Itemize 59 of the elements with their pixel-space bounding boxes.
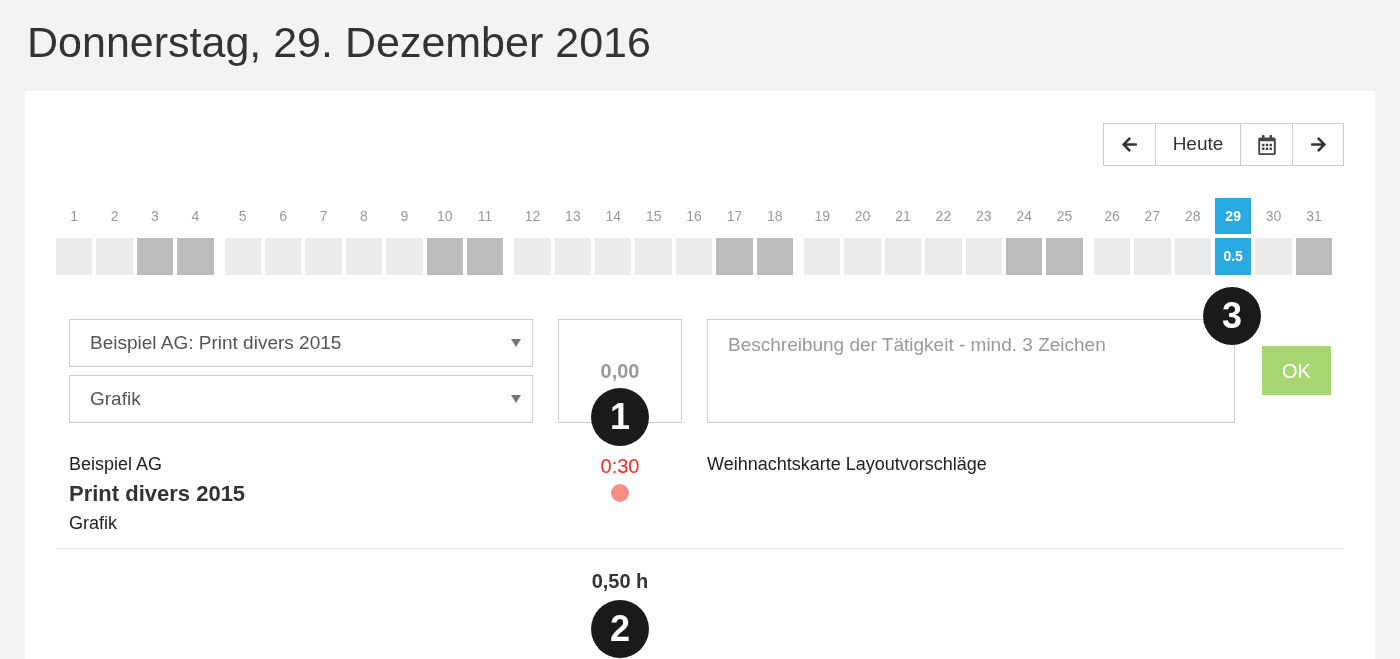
- day-hours-cell[interactable]: [177, 238, 214, 275]
- day-label[interactable]: 12: [514, 198, 551, 234]
- day-label[interactable]: 10: [426, 198, 463, 234]
- category-name: Grafik: [69, 512, 118, 535]
- calendar-icon: [1257, 134, 1276, 155]
- day-label[interactable]: 30: [1255, 198, 1292, 234]
- day-label[interactable]: 2: [96, 198, 133, 234]
- day-hours-cell[interactable]: [716, 238, 753, 275]
- day-label[interactable]: 22: [925, 198, 962, 234]
- day-hours-cell[interactable]: 0.5: [1214, 238, 1252, 275]
- day-label[interactable]: 28: [1174, 198, 1211, 234]
- day-label[interactable]: 31: [1295, 198, 1333, 234]
- entry-description: Weihnachtskarte Layoutvorschläge: [707, 454, 987, 474]
- dropdown-caret-icon: [511, 339, 521, 347]
- callout-marker: 2: [591, 600, 649, 658]
- day-label[interactable]: 7: [305, 198, 342, 234]
- day-hours-cell[interactable]: [466, 238, 504, 275]
- day-label[interactable]: 25: [1046, 198, 1083, 234]
- day-label[interactable]: 14: [595, 198, 632, 234]
- day-label[interactable]: 11: [466, 198, 504, 234]
- day-label[interactable]: 13: [554, 198, 592, 234]
- project-select[interactable]: Beispiel AG: Print divers 2015: [69, 319, 533, 367]
- arrow-left-icon: [1121, 136, 1138, 153]
- day-hours-cell[interactable]: [426, 238, 463, 275]
- day-label[interactable]: 20: [844, 198, 881, 234]
- client-name: Beispiel AG: [69, 453, 164, 476]
- day-label[interactable]: 27: [1134, 198, 1171, 234]
- total-hours: 0,50 h: [591, 569, 649, 594]
- day-label[interactable]: 5: [224, 198, 261, 234]
- day-label[interactable]: 23: [965, 198, 1002, 234]
- day-label[interactable]: 18: [756, 198, 794, 234]
- callout-marker: 1: [591, 388, 649, 446]
- day-label[interactable]: 1: [56, 198, 93, 234]
- day-label[interactable]: 3: [136, 198, 174, 234]
- day-label[interactable]: 16: [675, 198, 713, 234]
- day-label[interactable]: 21: [884, 198, 922, 234]
- project-name: Print divers 2015: [69, 480, 247, 508]
- day-label[interactable]: 29: [1214, 198, 1252, 234]
- page-title: Donnerstag, 29. Dezember 2016: [27, 21, 651, 64]
- day-label[interactable]: 19: [804, 198, 841, 234]
- day-hours-cell[interactable]: [1046, 238, 1083, 275]
- day-hours-cell[interactable]: [756, 238, 794, 275]
- day-hours-cell[interactable]: [1295, 238, 1333, 275]
- arrow-right-icon: [1309, 136, 1327, 153]
- day-hours-cell[interactable]: [1006, 238, 1043, 275]
- day-label[interactable]: 9: [386, 198, 423, 234]
- day-label[interactable]: 24: [1006, 198, 1043, 234]
- category-select[interactable]: Grafik: [69, 375, 533, 423]
- day-label[interactable]: 26: [1093, 198, 1131, 234]
- dropdown-caret-icon: [511, 395, 521, 403]
- day-label[interactable]: 17: [716, 198, 753, 234]
- day-hours-cell[interactable]: [136, 238, 174, 275]
- day-label[interactable]: 6: [264, 198, 302, 234]
- callout-marker: 3: [1203, 287, 1261, 345]
- ok-button[interactable]: OK: [1262, 346, 1331, 395]
- day-label[interactable]: 4: [177, 198, 214, 234]
- entry-duration: 0:30: [600, 454, 640, 479]
- day-label[interactable]: 8: [345, 198, 383, 234]
- day-label[interactable]: 15: [635, 198, 672, 234]
